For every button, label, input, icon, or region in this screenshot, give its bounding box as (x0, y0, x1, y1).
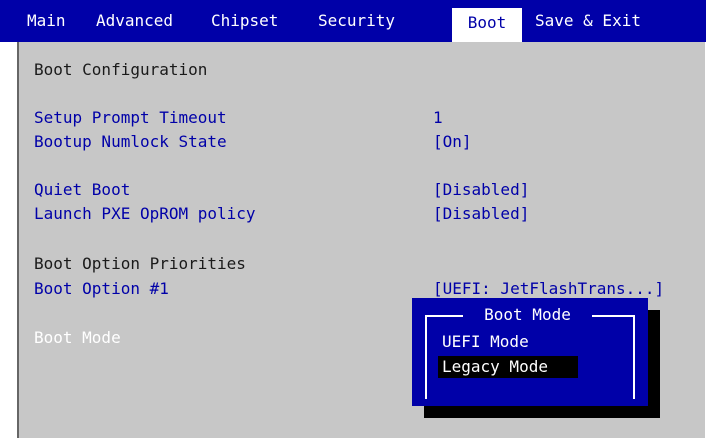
popup-frame-top-right (592, 315, 635, 317)
popup-frame-right (633, 315, 635, 399)
popup-frame-top-left (425, 315, 463, 317)
tab-boot[interactable]: Boot (452, 8, 522, 42)
tab-chipset[interactable]: Chipset (211, 0, 278, 42)
setting-value-launch-pxe-oprom-policy[interactable]: [Disabled] (433, 204, 529, 224)
popup-title: Boot Mode (484, 305, 571, 324)
setting-label-setup-prompt-timeout[interactable]: Setup Prompt Timeout (34, 108, 227, 128)
setting-label-bootup-numlock-state[interactable]: Bootup Numlock State (34, 132, 227, 152)
section-title-boot-option-priorities: Boot Option Priorities (34, 254, 246, 273)
setting-value-quiet-boot[interactable]: [Disabled] (433, 180, 529, 200)
boot-mode-popup: Boot Mode UEFI Mode Legacy Mode (412, 298, 648, 406)
popup-option-uefi-mode[interactable]: UEFI Mode (438, 331, 533, 353)
setting-label-launch-pxe-oprom-policy[interactable]: Launch PXE OpROM policy (34, 204, 256, 224)
setting-label-quiet-boot[interactable]: Quiet Boot (34, 180, 130, 200)
tab-advanced[interactable]: Advanced (96, 0, 173, 42)
tab-security[interactable]: Security (318, 0, 395, 42)
setting-value-setup-prompt-timeout[interactable]: 1 (433, 108, 443, 128)
menu-bar: Main Advanced Chipset Security Boot Save… (0, 0, 706, 42)
setting-label-boot-mode[interactable]: Boot Mode (34, 328, 121, 348)
section-title-boot-configuration: Boot Configuration (34, 60, 208, 79)
tab-save-exit[interactable]: Save & Exit (535, 0, 641, 42)
setting-value-bootup-numlock-state[interactable]: [On] (433, 132, 472, 152)
tab-main[interactable]: Main (27, 0, 66, 42)
setting-label-boot-option-1[interactable]: Boot Option #1 (34, 279, 169, 299)
setting-value-boot-option-1[interactable]: [UEFI: JetFlashTrans...] (433, 279, 664, 299)
popup-frame-left (425, 315, 427, 399)
popup-option-legacy-mode[interactable]: Legacy Mode (438, 356, 578, 378)
